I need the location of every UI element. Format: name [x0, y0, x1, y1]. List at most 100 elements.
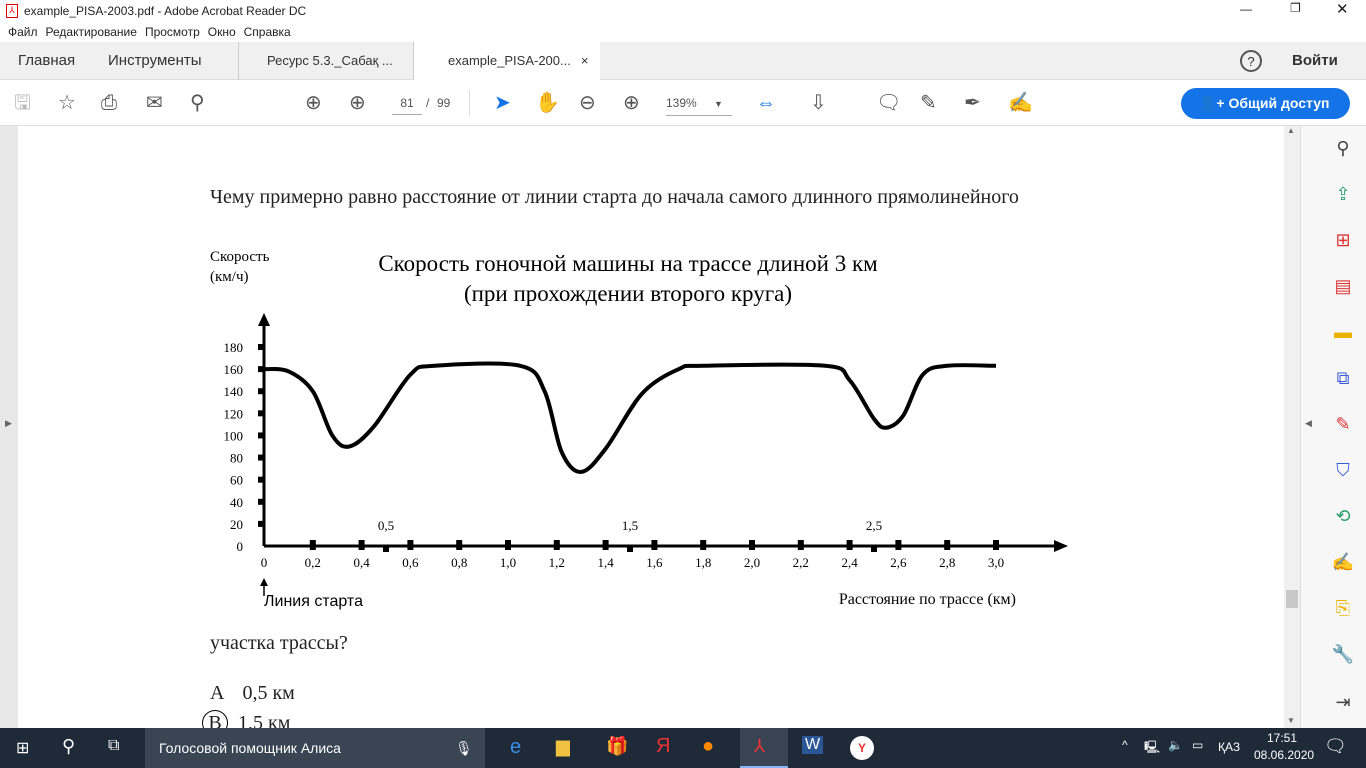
comment-icon[interactable]: 🗨: [876, 92, 901, 114]
chevron-down-icon: ▼: [714, 99, 723, 109]
y-tick-label: 100: [224, 428, 244, 443]
close-button[interactable]: ✕: [1336, 0, 1349, 18]
fill-sign-tool-icon[interactable]: ✎: [1331, 414, 1355, 438]
collapse-pane-icon[interactable]: ◀: [1305, 418, 1312, 429]
optimize-pdf-icon[interactable]: ⟲: [1331, 506, 1355, 530]
tab-home[interactable]: Главная: [18, 42, 75, 80]
x-half-tick: [871, 546, 877, 552]
acrobat-taskbar-button[interactable]: ⅄: [740, 728, 788, 768]
add-user-icon: 👤+: [1199, 95, 1225, 111]
fill-sign-icon[interactable]: ✍: [1008, 92, 1033, 114]
zoom-select[interactable]: 139% ▼: [666, 92, 732, 116]
page-number-input[interactable]: 81: [392, 92, 422, 115]
send-for-signature-icon[interactable]: ✍: [1331, 552, 1355, 576]
chart-subtitle: (при прохождении второго круга): [464, 281, 792, 306]
x-tick: [602, 540, 609, 550]
x-tick: [505, 540, 511, 550]
notifications-icon[interactable]: 🗨: [1324, 736, 1347, 757]
microphone-icon[interactable]: 🎙: [455, 728, 473, 768]
y-tick: [258, 454, 264, 461]
word-icon[interactable]: W: [802, 736, 824, 754]
export-pdf-icon[interactable]: ⇪: [1331, 184, 1355, 208]
scroll-down-icon[interactable]: ▼: [1287, 716, 1295, 725]
vertical-scrollbar[interactable]: ▲ ▼: [1284, 126, 1300, 728]
menu-file[interactable]: Файл: [8, 25, 38, 39]
share-button[interactable]: 👤+ Общий доступ: [1181, 88, 1350, 119]
zoom-in-icon[interactable]: ⊕: [623, 92, 640, 114]
x-half-tick: [383, 546, 389, 552]
menu-edit[interactable]: Редактирование: [46, 25, 137, 39]
y-tick: [258, 344, 264, 350]
battery-icon[interactable]: ▭: [1192, 738, 1203, 752]
maximize-button[interactable]: ❐: [1290, 1, 1301, 15]
firefox-icon[interactable]: ●: [702, 735, 714, 758]
email-icon[interactable]: ✉: [146, 92, 163, 114]
close-tab-icon[interactable]: ×: [581, 53, 589, 68]
minimize-button[interactable]: —: [1240, 2, 1252, 16]
menu-view[interactable]: Просмотр: [145, 25, 200, 39]
tab-document-1[interactable]: Ресурс 5.3._Сабақ ...: [238, 42, 414, 80]
clock-date[interactable]: 08.06.2020: [1254, 748, 1314, 762]
yandex-browser-icon[interactable]: Y: [850, 736, 874, 760]
x-half-tick-label: 0,5: [378, 518, 394, 533]
create-pdf-icon[interactable]: ⊞: [1331, 230, 1355, 254]
file-explorer-icon[interactable]: ▆: [556, 736, 570, 757]
organize-pages-icon[interactable]: ▤: [1331, 276, 1355, 300]
y-tick: [258, 498, 264, 505]
scroll-mode-icon[interactable]: ⇩: [810, 92, 827, 114]
zoom-out-icon[interactable]: ⊖: [579, 92, 596, 114]
sign-icon[interactable]: ✒: [964, 92, 981, 114]
send-for-review-icon[interactable]: ⎘: [1331, 598, 1355, 622]
y-axis-label: (км/ч): [210, 269, 248, 285]
tab-document-2[interactable]: example_PISA-200... ×: [414, 42, 600, 80]
select-cursor-icon[interactable]: ➤: [494, 92, 511, 114]
show-hidden-icons[interactable]: ^: [1122, 738, 1128, 752]
x-axis-arrow: [1054, 540, 1068, 552]
scroll-thumb[interactable]: [1286, 590, 1298, 608]
volume-icon[interactable]: 🔈: [1168, 738, 1183, 752]
fit-page-icon[interactable]: ⇔: [756, 92, 776, 114]
menu-window[interactable]: Окно: [208, 25, 236, 39]
zoom-search-icon[interactable]: ⚲: [1331, 138, 1355, 162]
yandex-icon[interactable]: Я: [656, 735, 670, 758]
left-panel-toggle[interactable]: ▶: [5, 418, 12, 429]
share-label: Общий доступ: [1228, 95, 1330, 111]
combine-files-icon[interactable]: ⧉: [1331, 368, 1355, 392]
clock-time[interactable]: 17:51: [1267, 731, 1297, 745]
tab-bar: Главная Инструменты Ресурс 5.3._Сабақ ..…: [0, 42, 1366, 80]
save-icon[interactable]: 🖫: [14, 92, 31, 114]
sign-in-button[interactable]: Войти: [1292, 42, 1338, 80]
option-text: 0,5 км: [242, 682, 295, 704]
search-icon[interactable]: ⚲: [190, 92, 205, 114]
gift-app-icon[interactable]: 🎁: [606, 736, 628, 757]
language-indicator[interactable]: ҚАЗ: [1218, 740, 1240, 754]
title-bar: ⅄ example_PISA-2003.pdf - Adobe Acrobat …: [0, 0, 1366, 22]
task-view-icon[interactable]: ⧉: [108, 737, 119, 755]
tab-label: Ресурс 5.3._Сабақ ...: [267, 53, 393, 68]
search-icon[interactable]: ⚲: [62, 736, 75, 757]
more-tools-icon[interactable]: 🔧: [1331, 644, 1355, 668]
network-icon[interactable]: 🖳: [1144, 738, 1160, 759]
alice-voice-assistant-search[interactable]: Голосовой помощник Алиса 🎙: [145, 728, 485, 768]
help-icon[interactable]: ?: [1240, 50, 1262, 72]
y-tick-label: 60: [230, 473, 243, 488]
bookmark-star-icon[interactable]: ☆: [58, 92, 76, 114]
start-windows-icon[interactable]: ⊞: [16, 738, 29, 758]
option-a[interactable]: A 0,5 км: [210, 682, 295, 705]
scroll-up-icon[interactable]: ▲: [1287, 126, 1295, 135]
highlight-icon[interactable]: ✎: [920, 92, 937, 114]
print-icon[interactable]: ⎙: [101, 92, 117, 114]
hand-tool-icon[interactable]: ✋: [535, 92, 560, 114]
y-axis-label: Скорость: [210, 249, 270, 265]
comment-tool-icon[interactable]: ▬: [1331, 322, 1355, 346]
protect-icon[interactable]: ⛉: [1331, 460, 1355, 484]
x-tick-label: 1,6: [646, 555, 663, 570]
toolbar: 🖫 ☆ ⎙ ✉ ⚲ ⊕ ⊕ 81 / 99 ➤ ✋ ⊖ ⊕ 139% ▼ ⇔ ⇩…: [0, 80, 1366, 126]
chart-title: Скорость гоночной машины на трассе длино…: [378, 251, 878, 276]
previous-page-icon[interactable]: ⊕: [305, 92, 322, 114]
next-page-icon[interactable]: ⊕: [349, 92, 366, 114]
tab-tools[interactable]: Инструменты: [108, 42, 202, 80]
edge-icon[interactable]: e: [510, 736, 521, 759]
collapse-right-icon[interactable]: ⇥: [1331, 692, 1355, 716]
menu-help[interactable]: Справка: [244, 25, 291, 39]
